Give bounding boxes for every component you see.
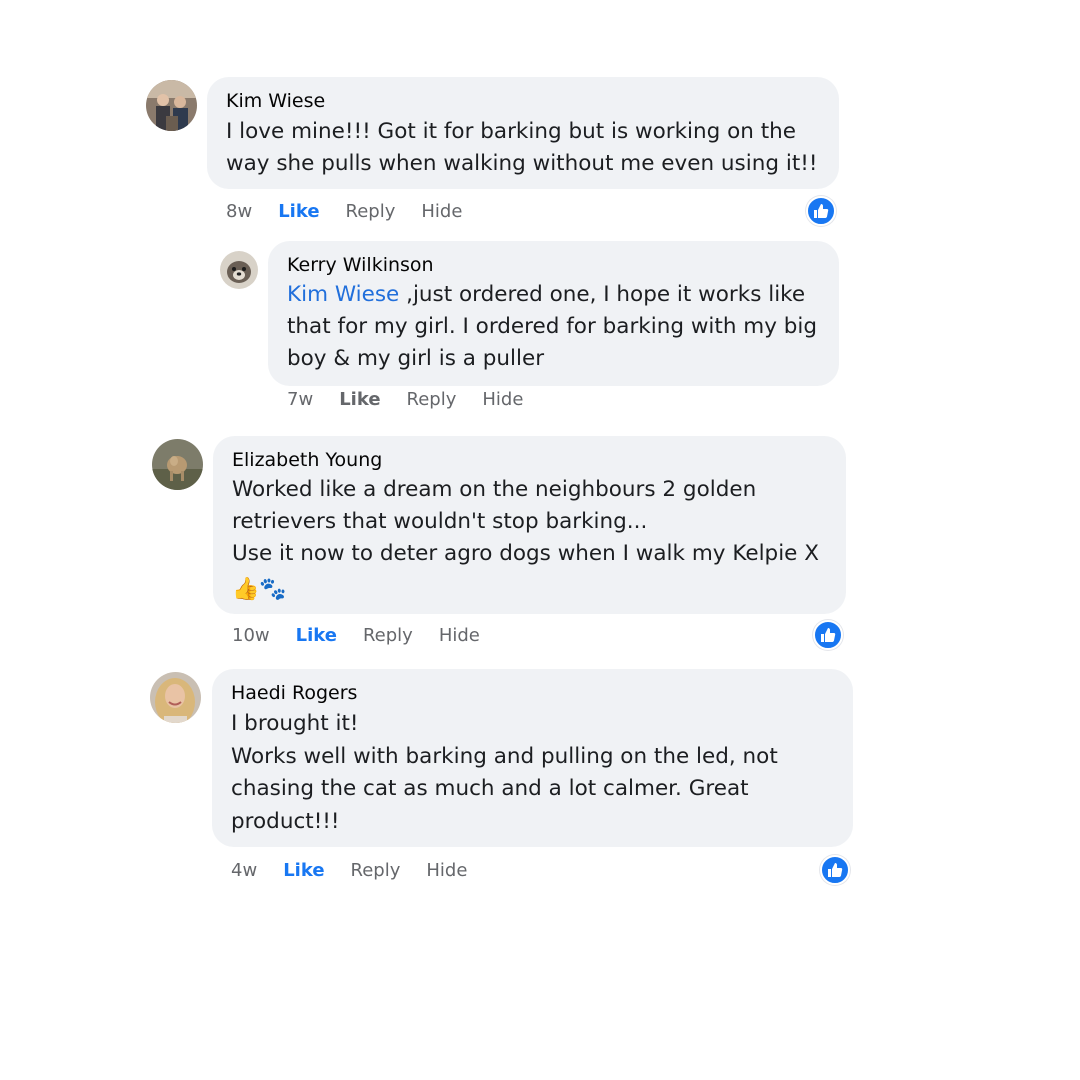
comment-text-line: Works well with barking and pulling on t… (231, 744, 778, 769)
comment-text-line: Kim Wiese ,just ordered one, I hope it w… (287, 279, 805, 311)
comment-text-line: I love mine!!! Got it for barking but is… (226, 119, 797, 144)
like-reaction-icon[interactable] (813, 620, 843, 650)
hide-button[interactable]: Hide (421, 201, 462, 222)
comment-timestamp[interactable]: 7w (287, 389, 313, 410)
reply-button[interactable]: Reply (407, 389, 457, 410)
hide-button[interactable]: Hide (482, 389, 523, 410)
like-button[interactable]: Like (283, 860, 324, 881)
avatar[interactable] (220, 251, 258, 289)
like-button[interactable]: Like (278, 201, 319, 222)
comment-actions: 7w Like Reply Hide (287, 389, 549, 410)
reply-button[interactable]: Reply (363, 625, 413, 646)
comment-actions: 8w Like Reply Hide (226, 201, 488, 222)
comment-text-line: boy & my girl is a puller (287, 346, 545, 371)
comment-text-line: Use it now to deter agro dogs when I wal… (232, 541, 819, 566)
like-reaction-icon[interactable] (820, 855, 850, 885)
comment-text-line: retrievers that wouldn't stop barking... (232, 509, 648, 534)
comment-text-line: Worked like a dream on the neighbours 2 … (232, 477, 757, 502)
comment-author[interactable]: Haedi Rogers (231, 682, 357, 704)
reply-button[interactable]: Reply (346, 201, 396, 222)
comment-emojis: 👍🐾 (232, 577, 287, 602)
like-reaction-icon[interactable] (806, 196, 836, 226)
comment-actions: 4w Like Reply Hide (231, 860, 493, 881)
avatar[interactable] (150, 672, 201, 723)
comment-text-line: I brought it! (231, 711, 359, 736)
comment-text-line: that for my girl. I ordered for barking … (287, 314, 818, 339)
comment-actions: 10w Like Reply Hide (232, 625, 506, 646)
like-button[interactable]: Like (296, 625, 337, 646)
mention-link[interactable]: Kim Wiese (287, 282, 399, 307)
comment-timestamp[interactable]: 8w (226, 201, 252, 222)
comment-text-line: way she pulls when walking without me ev… (226, 151, 818, 176)
comment-text-fragment: ,just ordered one, I hope it works like (399, 282, 806, 307)
comment-author[interactable]: Elizabeth Young (232, 449, 382, 471)
comment-timestamp[interactable]: 10w (232, 625, 270, 646)
comment-author[interactable]: Kerry Wilkinson (287, 254, 434, 276)
hide-button[interactable]: Hide (426, 860, 467, 881)
hide-button[interactable]: Hide (439, 625, 480, 646)
avatar[interactable] (146, 80, 197, 131)
comment-text-line: chasing the cat as much and a lot calmer… (231, 776, 749, 801)
comment-timestamp[interactable]: 4w (231, 860, 257, 881)
comment-author[interactable]: Kim Wiese (226, 90, 325, 112)
avatar[interactable] (152, 439, 203, 490)
like-button[interactable]: Like (339, 389, 380, 410)
comment-text-line: product!!! (231, 809, 340, 834)
reply-button[interactable]: Reply (351, 860, 401, 881)
